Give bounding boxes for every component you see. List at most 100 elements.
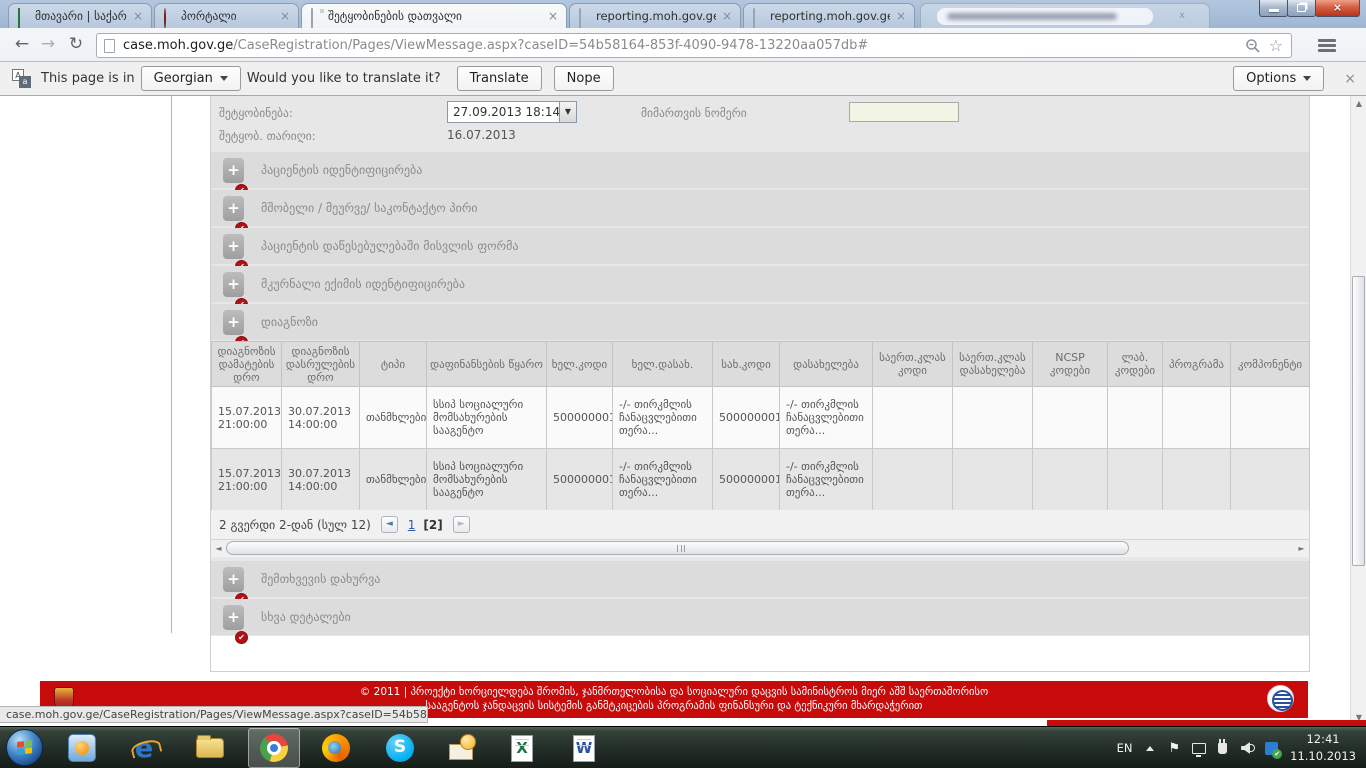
table-row[interactable]: 15.07.2013 21:00:00 30.07.2013 14:00:00 … [212, 387, 1310, 449]
main-content: შეტყობინება: 27.09.2013 18:14 ▼ მიმართვი… [211, 96, 1309, 636]
address-bar[interactable]: case.moh.gov.ge/CaseRegistration/Pages/V… [96, 33, 1292, 58]
tab-title: reporting.moh.gov.ge/Rep [596, 9, 716, 23]
horizontal-scroll-thumb[interactable] [226, 541, 1129, 555]
message-label: შეტყობინება: [219, 106, 293, 120]
table-header-cell: დაფინანსების წყარო [427, 342, 547, 387]
section-patient-identification[interactable]: + ✔ პაციენტის იდენტიფიცირება [211, 152, 1309, 188]
taskbar-excel[interactable]: X [496, 728, 548, 768]
taskbar-internet-explorer[interactable]: e [118, 728, 170, 768]
vertical-scrollbar[interactable]: ▲ ▼ [1350, 96, 1366, 726]
tab-strip: მთავარი | საქართველოს × პორტალი × შეტყობ… [0, 0, 1366, 28]
blurred-url-pill [937, 8, 1153, 25]
combo-caret-icon[interactable]: ▼ [559, 102, 576, 122]
tab-portal[interactable]: პორტალი × [154, 3, 299, 28]
taskbar-firefox[interactable] [310, 728, 362, 768]
network-icon[interactable] [1192, 743, 1206, 754]
table-header-cell: ტიპი [360, 342, 427, 387]
options-dropdown[interactable]: Options [1233, 66, 1324, 91]
restore-button[interactable] [1287, 0, 1316, 17]
reload-button[interactable]: ↻ [64, 33, 88, 57]
chrome-menu-button[interactable] [1307, 33, 1347, 58]
tab-close-icon[interactable]: × [720, 9, 734, 23]
scroll-up-icon[interactable]: ▲ [1352, 97, 1366, 111]
show-hidden-icons[interactable] [1146, 746, 1154, 751]
section-visit-form[interactable]: + ✔ პაციენტის დაწესებულებაში მისვლის ფორ… [211, 228, 1309, 264]
power-plug-icon[interactable] [1218, 743, 1227, 754]
table-cell [1108, 387, 1163, 449]
taskbar-media-player[interactable] [56, 728, 108, 768]
taskbar-chrome-active[interactable] [248, 728, 300, 768]
taskbar-windows-explorer[interactable] [184, 728, 236, 768]
table-header-cell: დიაგნოზის დასრულების დრო [282, 342, 360, 387]
scroll-left-icon[interactable]: ◄ [212, 542, 225, 555]
message-date-dropdown[interactable]: 27.09.2013 18:14 ▼ [447, 101, 577, 123]
expand-plus-icon[interactable]: + [223, 567, 244, 592]
translate-button[interactable]: Translate [457, 66, 542, 91]
prev-page-button[interactable]: ◄ [381, 516, 398, 533]
infobar-close-icon[interactable]: × [1344, 71, 1356, 87]
expand-plus-icon[interactable]: + [223, 158, 244, 183]
forward-button[interactable]: → [36, 33, 60, 57]
translate-infobar: Aa This page is in Georgian Would you li… [0, 62, 1366, 96]
tab-close-icon[interactable]: × [546, 9, 560, 23]
taskbar-outlook[interactable] [436, 728, 488, 768]
page-icon [104, 39, 115, 53]
expand-plus-icon[interactable]: + [223, 272, 244, 297]
horizontal-scrollbar[interactable]: ◄ ► [211, 540, 1309, 557]
message-date-label: შეტყობ. თარიღი: [219, 129, 316, 143]
window-controls: × [1260, 0, 1360, 17]
bookmark-star-icon[interactable]: ☆ [1269, 36, 1283, 55]
clock[interactable]: 12:41 11.10.2013 [1290, 731, 1356, 764]
expand-plus-icon[interactable]: + [223, 605, 244, 630]
pagination-summary: 2 გვერდი 2-დან (სულ 12) [219, 518, 371, 532]
zoom-out-icon[interactable] [1245, 38, 1261, 54]
language-dropdown[interactable]: Georgian [141, 66, 241, 91]
section-doctor-identification[interactable]: + ✔ მკურნალი ექიმის იდენტიფიცირება [211, 266, 1309, 302]
nope-button[interactable]: Nope [554, 66, 614, 91]
expand-plus-icon[interactable]: + [223, 196, 244, 221]
table-cell [953, 387, 1033, 449]
next-page-button[interactable]: ► [453, 516, 470, 533]
page-1-link[interactable]: 1 [408, 518, 416, 532]
section-parent-guardian[interactable]: + ✔ მშობელი / მეურვე/ საკონტაქტო პირი [211, 190, 1309, 226]
back-button[interactable]: ← [10, 33, 34, 57]
section-other-details[interactable]: + ✔ სხვა დეტალები [211, 599, 1309, 635]
status-bar-url: case.moh.gov.ge/CaseRegistration/Pages/V… [0, 706, 428, 723]
vertical-scroll-thumb[interactable] [1352, 276, 1365, 566]
footer-line-1: © 2011 | პროექტი ხორციელდება შრომის, ჯან… [40, 686, 1308, 698]
table-cell: 15.07.2013 21:00:00 [212, 387, 282, 449]
taskbar-skype[interactable]: S [374, 728, 426, 768]
close-button[interactable]: × [1315, 0, 1360, 17]
expand-plus-icon[interactable]: + [223, 310, 244, 335]
obscured-tab[interactable]: x [920, 3, 1210, 28]
section-diagnosis[interactable]: + ✔ დიაგნოზი [211, 304, 1309, 340]
referral-number-label: მიმართვის ნომერი [641, 106, 747, 120]
tab-home[interactable]: მთავარი | საქართველოს × [8, 3, 152, 28]
tab-reporting-1[interactable]: reporting.moh.gov.ge/Rep × [569, 3, 741, 28]
minimize-button[interactable] [1259, 0, 1288, 17]
tab-view-message-active[interactable]: შეტყობინების დათვალი × [301, 3, 567, 28]
expand-plus-icon[interactable]: + [223, 234, 244, 259]
action-center-flag-icon[interactable]: ⚑ [1168, 741, 1180, 756]
referral-number-input[interactable] [849, 102, 959, 122]
table-row[interactable]: 15.07.2013 21:00:00 30.07.2013 14:00:00 … [212, 449, 1310, 511]
table-cell: 30.07.2013 14:00:00 [282, 449, 360, 511]
scroll-right-icon[interactable]: ► [1295, 542, 1308, 555]
tab-reporting-2[interactable]: reporting.moh.gov.ge/Sta × [743, 3, 915, 28]
dropbox-icon[interactable] [1265, 742, 1278, 755]
chevron-down-icon [1303, 76, 1311, 81]
infobar-text-suffix: Would you like to translate it? [247, 71, 441, 86]
table-header-cell: სახ.კოდი [713, 342, 780, 387]
table-header-cell: პროგრამა [1163, 342, 1231, 387]
tab-close-icon[interactable]: × [131, 9, 145, 23]
table-cell [953, 449, 1033, 511]
tab-close-icon[interactable]: x [1179, 10, 1185, 21]
page-icon [752, 9, 766, 23]
volume-icon[interactable] [1241, 742, 1253, 754]
tab-close-icon[interactable]: × [278, 9, 292, 23]
start-button[interactable] [6, 729, 43, 766]
section-case-closure[interactable]: + ✔ შემთხვევის დახურვა [211, 561, 1309, 597]
language-indicator[interactable]: EN [1117, 741, 1133, 755]
tab-close-icon[interactable]: × [894, 9, 908, 23]
taskbar-word[interactable]: W [558, 728, 610, 768]
